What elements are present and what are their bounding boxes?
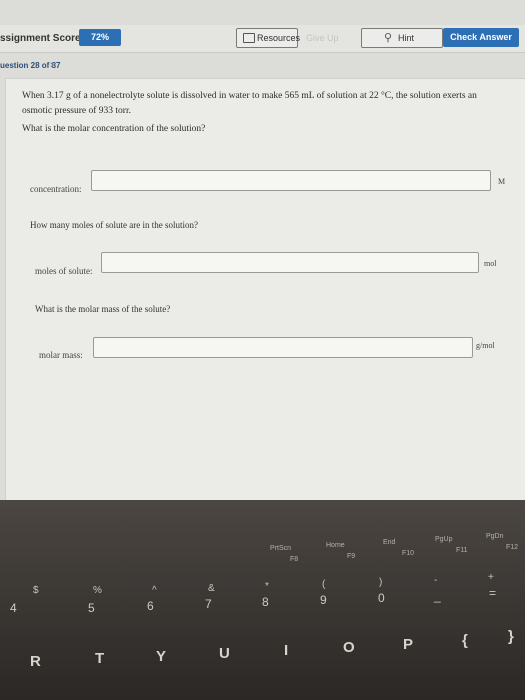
- key-8: 8: [262, 595, 269, 609]
- hint-button[interactable]: ⚲ Hint: [361, 28, 443, 48]
- key-y: Y: [156, 648, 167, 665]
- moles-question: How many moles of solute are in the solu…: [30, 220, 198, 230]
- screen: ssignment Score: 72% Resources Give Up ⚲…: [0, 0, 525, 500]
- key-minus: _: [434, 589, 441, 603]
- key-0-shift: ): [379, 577, 383, 588]
- key-0: 0: [378, 591, 385, 605]
- hint-label: Hint: [398, 33, 415, 43]
- key-home: Home: [326, 542, 345, 549]
- key-f12-sub: F12: [506, 544, 519, 551]
- key-prtscn: PrtScn: [270, 545, 292, 552]
- resources-icon: [243, 33, 255, 43]
- key-pgup: PgUp: [435, 536, 453, 543]
- key-4-shift: $: [33, 585, 39, 596]
- question-text: When 3.17 g of a nonelectrolyte solute i…: [22, 91, 477, 116]
- key-o: O: [343, 639, 355, 656]
- key-6: 6: [147, 599, 154, 613]
- key-9: 9: [320, 593, 327, 607]
- key-4: 4: [10, 601, 17, 615]
- question-card: When 3.17 g of a nonelectrolyte solute i…: [5, 78, 525, 500]
- give-up-button[interactable]: Give Up: [306, 33, 339, 43]
- moles-label: moles of solute:: [35, 266, 93, 276]
- concentration-label: concentration:: [30, 184, 82, 194]
- key-f9-sub: F9: [347, 553, 356, 560]
- molar-mass-question: What is the molar mass of the solute?: [35, 304, 171, 314]
- key-7-shift: &: [208, 583, 215, 594]
- resources-button[interactable]: Resources: [236, 28, 301, 48]
- key-equals: =: [489, 586, 497, 600]
- question-navigation: uestion 28 of 37 ›: [0, 59, 60, 71]
- question-prompt: What is the molar concentration of the s…: [22, 124, 206, 134]
- assignment-score-badge: 72%: [79, 29, 121, 46]
- assignment-score-label: ssignment Score:: [0, 33, 84, 44]
- concentration-unit: M: [498, 177, 506, 186]
- key-8-shift: *: [265, 581, 269, 592]
- key-minus-shift: -: [434, 575, 438, 586]
- assignment-toolbar: ssignment Score: 72% Resources Give Up ⚲…: [0, 25, 525, 53]
- key-i: I: [284, 642, 289, 659]
- location-pin-icon: ⚲: [384, 32, 393, 44]
- key-r: R: [30, 653, 41, 670]
- check-answer-button[interactable]: Check Answer: [443, 28, 519, 47]
- physical-keyboard: PrtScn Home End PgUp PgDn F8 F9 F10 F11 …: [0, 500, 525, 700]
- key-pgdn: PgDn: [486, 533, 504, 540]
- chevron-right-icon[interactable]: ›: [50, 59, 54, 71]
- molar-mass-unit: g/mol: [476, 341, 495, 350]
- molar-mass-input[interactable]: [93, 337, 473, 358]
- key-left-brace: {: [462, 632, 468, 649]
- key-p: P: [403, 636, 414, 653]
- key-f10-sub: F10: [402, 550, 415, 557]
- key-f8-sub: F8: [290, 556, 299, 563]
- molar-mass-label: molar mass:: [39, 350, 83, 360]
- moles-input[interactable]: [101, 252, 479, 273]
- key-5: 5: [88, 601, 95, 615]
- concentration-input[interactable]: [91, 170, 491, 191]
- key-right-brace: }: [508, 628, 514, 645]
- key-6-shift: ^: [152, 585, 157, 596]
- key-t: T: [95, 650, 105, 667]
- resources-label: Resources: [257, 33, 301, 43]
- moles-unit: mol: [484, 259, 497, 268]
- key-f11-sub: F11: [456, 547, 468, 554]
- key-9-shift: (: [322, 579, 326, 590]
- key-equals-shift: +: [488, 572, 494, 583]
- key-5-shift: %: [93, 585, 102, 596]
- key-7: 7: [205, 597, 212, 611]
- key-end: End: [383, 539, 396, 546]
- key-u: U: [219, 645, 230, 662]
